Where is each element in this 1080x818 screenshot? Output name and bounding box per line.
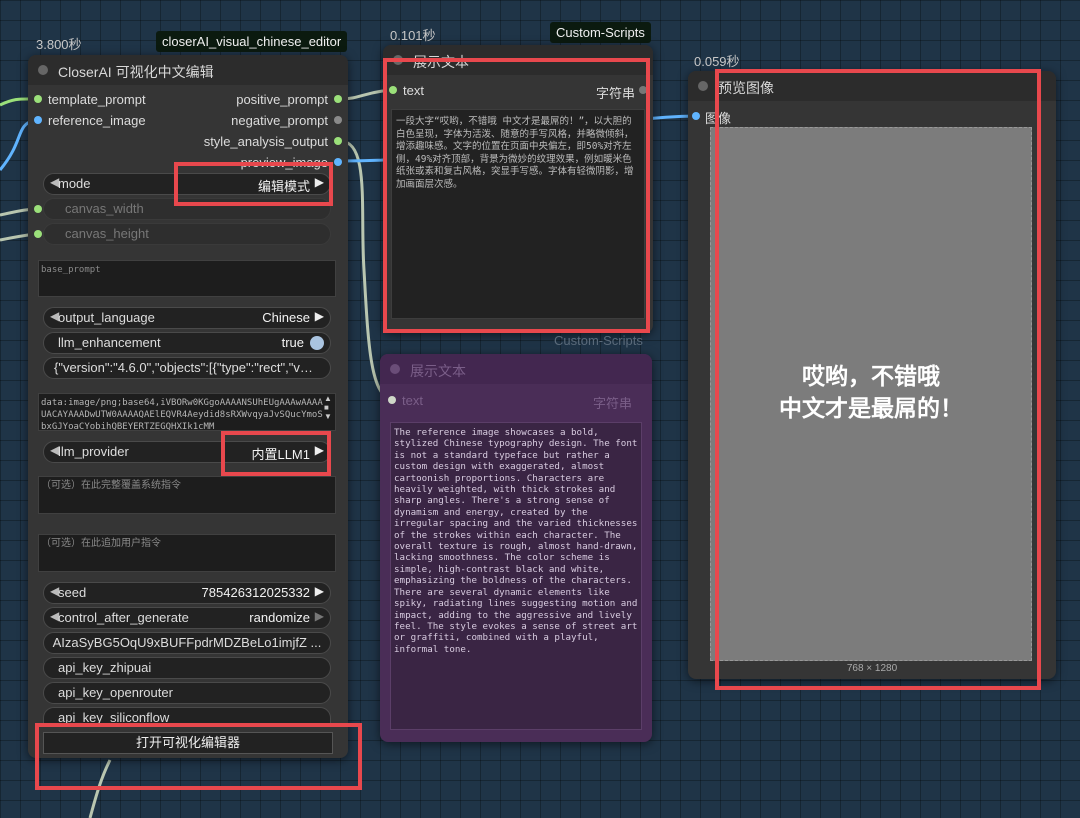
output-language-combo[interactable]: ◀ output_language Chinese ▶: [43, 307, 331, 329]
output-preview-image: preview_image: [240, 155, 328, 170]
input-text: text: [402, 393, 423, 408]
increment-arrow-icon[interactable]: ▶: [315, 443, 324, 457]
reference-image-input-dot-icon[interactable]: [34, 116, 42, 124]
canvas-width-widget[interactable]: canvas_width: [43, 198, 331, 220]
show-text-node-1[interactable]: 展示文本 text 字符串 一段大字“哎哟，不错哦 中文才是最屌的！”，以大胆的…: [383, 45, 653, 333]
user-prompt-textarea[interactable]: （可选）在此追加用户指令: [38, 534, 336, 572]
editor-timing: 3.800秒: [36, 37, 82, 52]
output-style-analysis: style_analysis_output: [203, 134, 328, 149]
increment-arrow-icon[interactable]: ▶: [315, 175, 324, 189]
seed-widget[interactable]: ◀ seed 785426312025332 ▶: [43, 582, 331, 604]
preview-dimensions: 768 × 1280: [846, 663, 898, 674]
preview-image-output-dot-icon[interactable]: [334, 158, 342, 166]
api-key-zhipuai-widget[interactable]: api_key_zhipuai: [43, 657, 331, 679]
input-text: text: [403, 83, 424, 98]
input-image: 图像: [705, 111, 732, 126]
editor-node[interactable]: CloserAI 可视化中文编辑 template_prompt referen…: [28, 55, 348, 758]
api-key-openrouter-widget[interactable]: api_key_openrouter: [43, 682, 331, 704]
increment-arrow-icon[interactable]: ▶: [315, 309, 324, 323]
canvas-height-dot-icon[interactable]: [34, 230, 42, 238]
output-positive-prompt: positive_prompt: [236, 92, 328, 107]
control-after-generate-combo[interactable]: ◀ control_after_generate randomize ▶: [43, 607, 331, 629]
canvas-height-widget[interactable]: canvas_height: [43, 223, 331, 245]
input-template-prompt: template_prompt: [48, 92, 146, 107]
open-visual-editor-button[interactable]: 打开可视化编辑器: [43, 732, 333, 754]
canvas-json-widget[interactable]: {"version":"4.6.0","objects":[{"type":"r…: [43, 357, 331, 379]
preview-image-node-title: 预览图像: [718, 80, 774, 96]
input-reference-image: reference_image: [48, 113, 146, 128]
show-text-node-tag: Custom-Scripts: [550, 22, 651, 43]
show-text-content-1[interactable]: 一段大字“哎哟，不错哦 中文才是最屌的！”，以大胆的白色呈现，字体为活泼、随意的…: [391, 109, 645, 319]
collapse-dot-icon[interactable]: [38, 65, 48, 75]
editor-node-header[interactable]: CloserAI 可视化中文编辑: [28, 55, 348, 85]
template-prompt-input-dot-icon[interactable]: [34, 95, 42, 103]
negative-prompt-output-dot-icon[interactable]: [334, 116, 342, 124]
positive-prompt-output-dot-icon[interactable]: [334, 95, 342, 103]
preview-image-node-header[interactable]: 预览图像: [688, 71, 1056, 101]
style-analysis-output-dot-icon[interactable]: [334, 137, 342, 145]
api-key-widget[interactable]: AIzaSyBG5OqU9xBUFFpdrMDZBeLo1imjfZ ...: [43, 632, 331, 654]
preview-image-text: 哎哟，不错哦 中文才是最屌的！: [779, 363, 963, 421]
output-string: 字符串: [592, 396, 632, 411]
preview-image-node[interactable]: 预览图像 图像 哎哟，不错哦 中文才是最屌的！ 768 × 1280: [688, 71, 1056, 679]
show-text-node-1-header[interactable]: 展示文本: [383, 45, 653, 75]
system-prompt-textarea[interactable]: （可选）在此完整覆盖系统指令: [38, 476, 336, 514]
show-text-node-2-title: 展示文本: [410, 363, 466, 379]
editor-node-title: CloserAI 可视化中文编辑: [58, 64, 214, 80]
increment-arrow-icon[interactable]: ▶: [315, 609, 324, 623]
mode-combo[interactable]: ◀ mode 编辑模式 ▶: [43, 173, 331, 195]
llm-provider-combo[interactable]: ◀ llm_provider 内置LLM1 ▶: [43, 441, 331, 463]
show-text-content-2[interactable]: The reference image showcases a bold, st…: [390, 422, 642, 730]
preview-image[interactable]: 哎哟，不错哦 中文才是最屌的！: [710, 127, 1032, 661]
output-negative-prompt: negative_prompt: [231, 113, 328, 128]
show-text-timing: 0.101秒: [390, 28, 436, 43]
text-input-dot-icon[interactable]: [388, 396, 396, 404]
api-key-siliconflow-widget[interactable]: api_key_siliconflow: [43, 707, 331, 725]
preview-timing: 0.059秒: [694, 54, 740, 69]
toggle-knob-icon[interactable]: [310, 336, 324, 350]
canvas-width-dot-icon[interactable]: [34, 205, 42, 213]
textarea-scroll-arrows-icon[interactable]: ▲ ■ ▼: [324, 394, 332, 421]
show-text-node-2[interactable]: 展示文本 text 字符串 The reference image showca…: [380, 354, 652, 742]
base-prompt-textarea[interactable]: base_prompt: [38, 260, 336, 297]
output-string: 字符串: [595, 86, 635, 101]
increment-arrow-icon[interactable]: ▶: [315, 584, 324, 598]
show-text-node-1-title: 展示文本: [413, 54, 469, 70]
image-data-textarea[interactable]: data:image/png;base64,iVBORw0KGgoAAAANSU…: [38, 393, 336, 431]
show-text-node-2-tag: Custom-Scripts: [554, 333, 643, 348]
image-input-dot-icon[interactable]: [692, 112, 700, 120]
collapse-dot-icon[interactable]: [393, 55, 403, 65]
string-output-dot-icon[interactable]: [639, 86, 647, 94]
collapse-dot-icon[interactable]: [698, 81, 708, 91]
show-text-node-2-header[interactable]: 展示文本: [380, 354, 652, 384]
text-input-dot-icon[interactable]: [389, 86, 397, 94]
collapse-dot-icon[interactable]: [390, 364, 400, 374]
editor-node-tag: closerAI_visual_chinese_editor: [156, 31, 348, 52]
llm-enhancement-toggle[interactable]: llm_enhancement true: [43, 332, 331, 354]
